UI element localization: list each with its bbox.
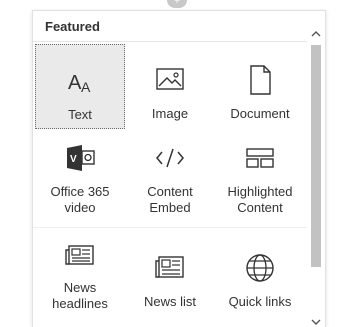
document-icon bbox=[250, 65, 271, 95]
text-icon: A A bbox=[68, 72, 91, 95]
news-list-icon bbox=[155, 256, 184, 278]
code-embed-icon bbox=[156, 148, 184, 168]
tile-label: News headlines bbox=[52, 280, 108, 311]
tile-label: Text bbox=[68, 107, 92, 122]
tile-news-headlines[interactable]: News headlines bbox=[35, 232, 125, 322]
section-title: Featured bbox=[45, 19, 100, 34]
header-divider bbox=[33, 41, 307, 42]
scroll-up-chevron-icon[interactable] bbox=[311, 29, 321, 39]
svg-text:A: A bbox=[68, 72, 82, 94]
tile-label: Quick links bbox=[228, 294, 292, 309]
add-webpart-circle-icon[interactable]: + bbox=[167, 0, 187, 8]
tile-document[interactable]: Document bbox=[215, 44, 305, 129]
office-365-video-icon: V bbox=[67, 145, 95, 171]
image-icon bbox=[156, 68, 184, 90]
tile-label: Image bbox=[151, 106, 189, 121]
tile-content-embed[interactable]: Content Embed bbox=[125, 136, 215, 228]
tile-news-list[interactable]: News list bbox=[125, 232, 215, 322]
tile-label: Office 365 video bbox=[50, 184, 110, 215]
row-divider bbox=[33, 227, 307, 228]
tile-highlighted-content[interactable]: Highlighted Content bbox=[215, 136, 305, 228]
webpart-toolbox-panel: Featured A A Text Image Document V Offic… bbox=[32, 10, 326, 327]
tile-label: Highlighted Content bbox=[227, 184, 293, 215]
vertical-scrollbar[interactable] bbox=[307, 21, 325, 327]
svg-text:V: V bbox=[70, 154, 77, 165]
tile-office-365-video[interactable]: V Office 365 video bbox=[35, 136, 125, 228]
tile-label: Content Embed bbox=[147, 184, 193, 215]
globe-icon bbox=[246, 254, 274, 282]
scrollbar-thumb[interactable] bbox=[311, 45, 321, 267]
svg-text:A: A bbox=[81, 79, 91, 95]
highlighted-content-icon bbox=[246, 148, 274, 168]
tile-image[interactable]: Image bbox=[125, 44, 215, 129]
news-headlines-icon bbox=[65, 245, 94, 265]
tile-label: Document bbox=[230, 106, 290, 121]
tile-label: News list bbox=[143, 294, 196, 309]
tile-quick-links[interactable]: Quick links bbox=[215, 232, 305, 322]
tile-text[interactable]: A A Text bbox=[35, 44, 125, 129]
